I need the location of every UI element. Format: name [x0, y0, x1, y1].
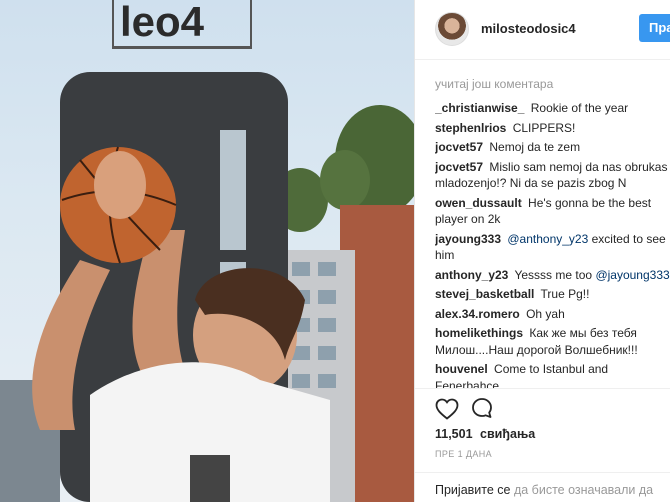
comment-item: jayoung333 @anthony_y23 excited to see h…: [435, 231, 670, 264]
comment-mention[interactable]: @jayoung333: [595, 268, 669, 282]
comment-author[interactable]: anthony_y23: [435, 268, 508, 282]
comment-text: CLIPPERS!: [512, 120, 576, 135]
comment-text: Nemoj da te zem: [489, 140, 581, 154]
comment-author[interactable]: jayoung333: [435, 232, 501, 246]
comment-author[interactable]: houvenel: [435, 362, 488, 376]
likes-number: 11,501: [435, 427, 473, 441]
comment-item: _christianwise_ Rookie of the year: [435, 100, 670, 117]
comment-item: jocvet57 Nemoj da te zem: [435, 139, 670, 156]
comments-list: учитај још коментара _christianwise_ Roo…: [435, 74, 670, 388]
login-prompt: Пријавите се да бисте означавали да: [415, 472, 670, 502]
comment-author[interactable]: jocvet57: [435, 140, 483, 154]
side-panel: milosteodosic4 Пра учитај још коментара …: [415, 0, 670, 502]
comment-author[interactable]: stevej_basketball: [435, 287, 534, 301]
comment-item: alex.34.romero Oh yah: [435, 306, 670, 323]
comment-icon[interactable]: [471, 397, 493, 419]
comment-author[interactable]: _christianwise_: [435, 101, 524, 115]
likes-count[interactable]: 11,501 свиђања: [435, 427, 535, 441]
comment-author[interactable]: owen_dussault: [435, 196, 522, 210]
photo-illustration: leo4: [0, 0, 415, 502]
follow-button[interactable]: Пра: [639, 14, 670, 42]
comment-item: jocvet57 Mislio sam nemoj da nas obrukas…: [435, 159, 670, 192]
load-more-comments-link[interactable]: учитај још коментара: [435, 74, 670, 96]
login-prompt-text: да бисте означавали да: [513, 483, 654, 497]
comment-item: houvenel Come to Istanbul and Fenerbahce: [435, 361, 670, 388]
comment-item: owen_dussault He's gonna be the best pla…: [435, 195, 670, 228]
comment-text: Rookie of the year: [530, 101, 629, 115]
likes-label: свиђања: [480, 427, 536, 441]
comment-author[interactable]: jocvet57: [435, 160, 483, 174]
comment-item: stevej_basketball True Pg!!: [435, 286, 670, 303]
comment-item: homelikethings Как же мы без тебя Милош.…: [435, 325, 670, 358]
comment-text: True Pg!!: [540, 287, 590, 301]
post-actions: [415, 388, 670, 428]
comment-item: stephenlrios CLIPPERS!: [435, 120, 670, 137]
post-photo[interactable]: leo4: [0, 0, 415, 502]
comment-author[interactable]: homelikethings: [435, 326, 523, 340]
avatar[interactable]: [435, 12, 469, 46]
post-header: milosteodosic4 Пра: [415, 0, 670, 60]
comment-item: anthony_y23 Yessss me too @jayoung333: [435, 267, 670, 284]
post-timestamp: ПРЕ 1 ДАНА: [435, 449, 493, 459]
roof-sign: leo4: [120, 0, 205, 45]
heart-icon[interactable]: [435, 398, 459, 420]
comment-author[interactable]: alex.34.romero: [435, 307, 520, 321]
comment-text: Yessss me too: [514, 267, 593, 282]
comment-text: Oh yah: [526, 306, 565, 321]
comment-author[interactable]: stephenlrios: [435, 121, 506, 135]
login-link[interactable]: Пријавите се: [435, 483, 510, 497]
comment-mention[interactable]: @anthony_y23: [507, 232, 588, 246]
username[interactable]: milosteodosic4: [481, 21, 576, 36]
